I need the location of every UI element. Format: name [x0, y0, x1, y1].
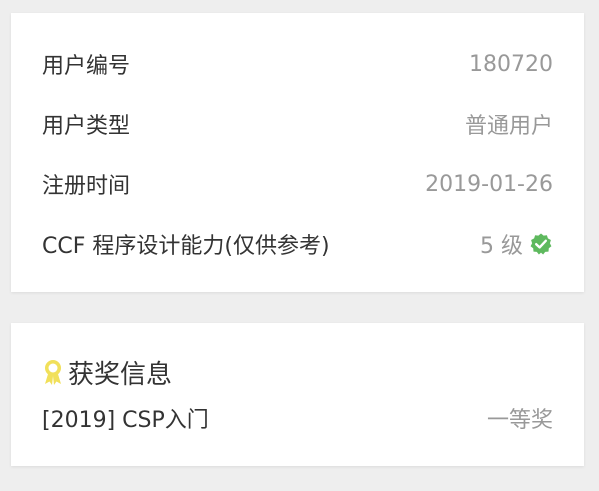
ccf-level-value-wrap: 5 级	[480, 228, 553, 260]
awards-card: 获奖信息 [2019] CSP入门 一等奖	[11, 323, 584, 466]
user-info-card: 用户编号 180720 用户类型 普通用户 注册时间 2019-01-26 CC…	[11, 13, 584, 292]
user-type-label: 用户类型	[42, 114, 131, 139]
award-prize: 一等奖	[486, 408, 553, 433]
awards-header: 获奖信息	[42, 356, 173, 390]
ccf-level-value: 5 级	[480, 234, 523, 259]
user-id-value: 180720	[469, 51, 553, 77]
user-id-row: 用户编号 180720	[42, 49, 553, 80]
award-name: [2019] CSP入门	[42, 408, 209, 433]
user-type-value: 普通用户	[464, 114, 553, 139]
ccf-level-row: CCF 程序设计能力(仅供参考) 5 级	[42, 229, 553, 259]
register-time-row: 注册时间 2019-01-26	[42, 169, 553, 200]
user-id-label: 用户编号	[42, 54, 131, 79]
verified-check-icon	[529, 232, 553, 256]
ccf-level-label: CCF 程序设计能力(仅供参考)	[42, 234, 330, 259]
user-type-row: 用户类型 普通用户	[42, 109, 553, 139]
award-ribbon-icon	[42, 359, 64, 385]
register-time-label: 注册时间	[42, 174, 131, 199]
register-time-value: 2019-01-26	[425, 171, 553, 197]
awards-title: 获奖信息	[68, 359, 173, 390]
award-item: [2019] CSP入门 一等奖	[42, 403, 553, 433]
